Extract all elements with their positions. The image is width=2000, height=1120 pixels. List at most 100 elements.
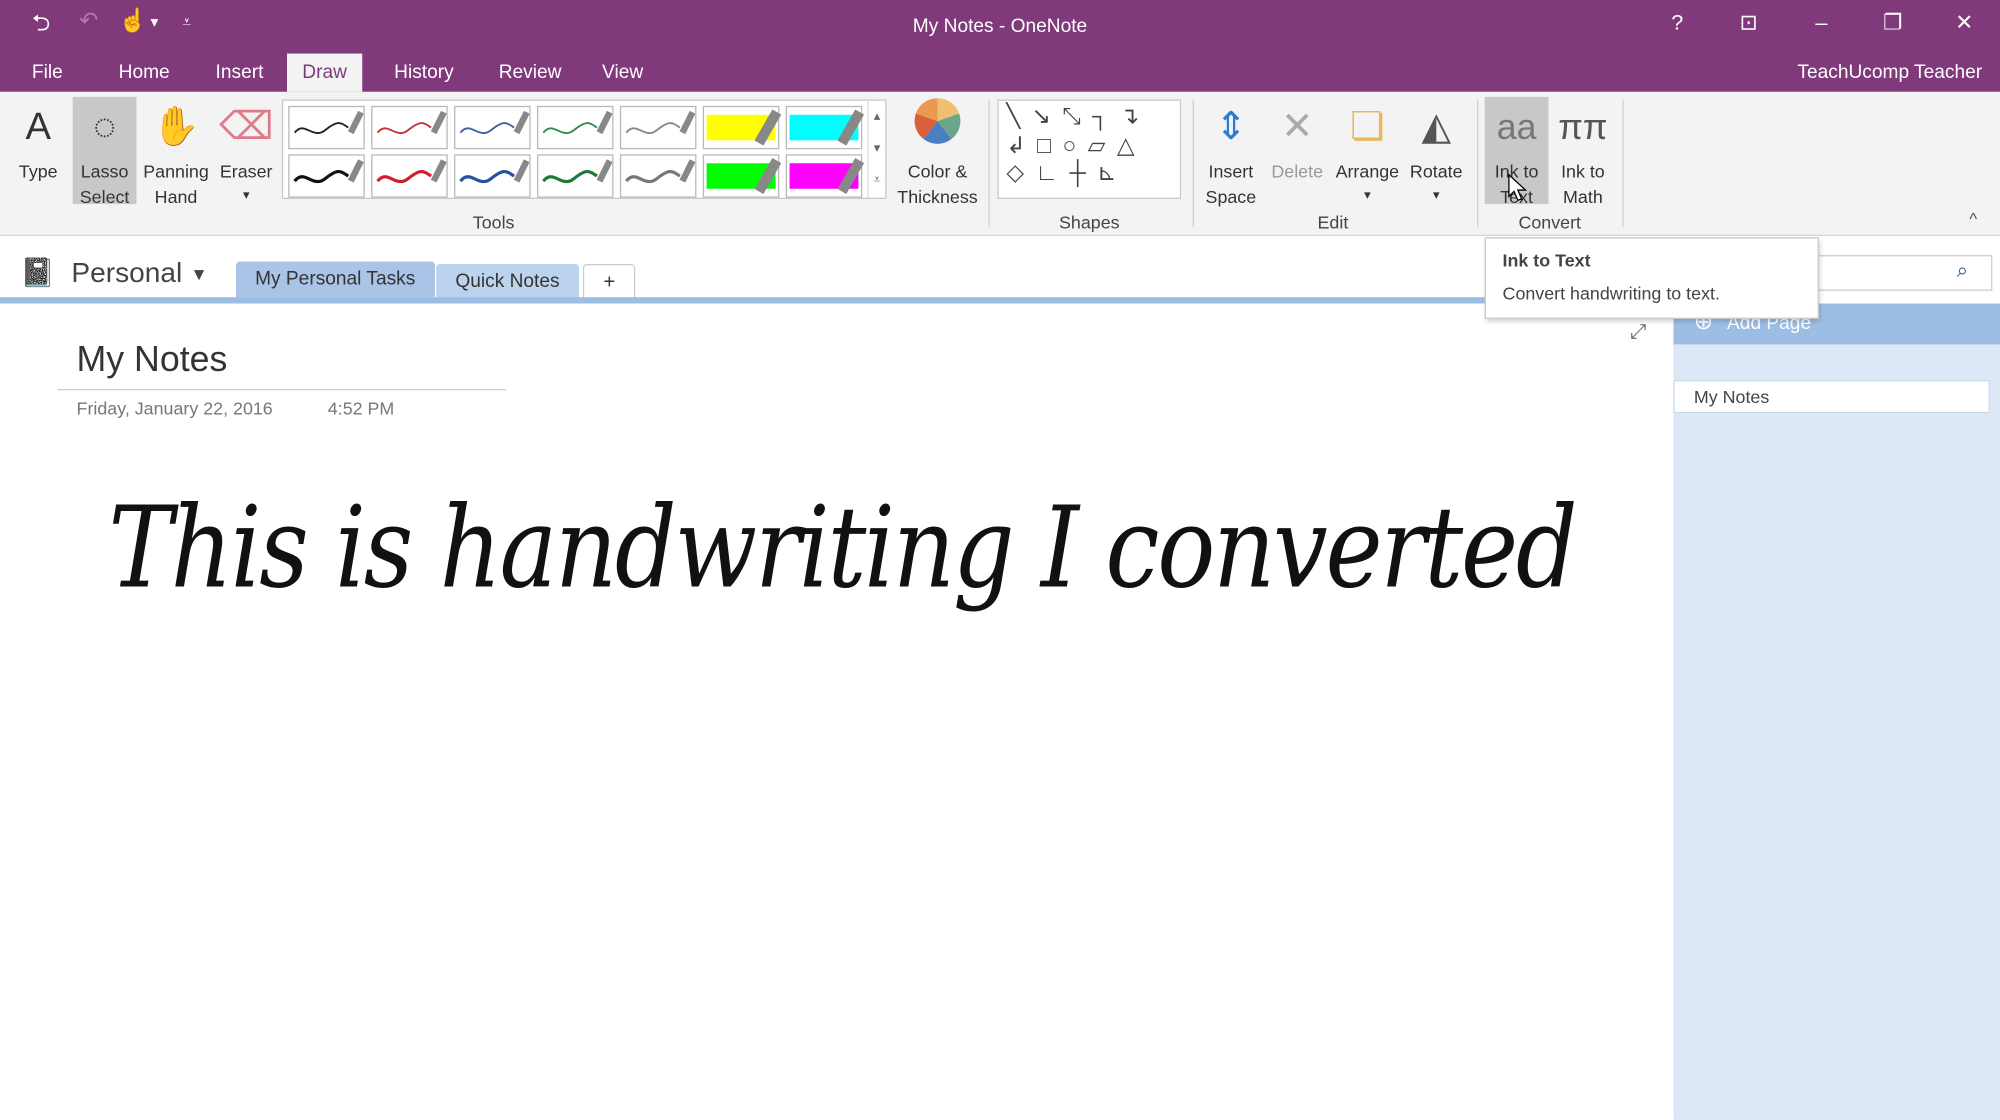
- close-button[interactable]: ✕: [1945, 10, 1983, 36]
- window-title: My Notes - OneNote: [912, 15, 1088, 37]
- page-canvas[interactable]: My Notes Friday, January 22, 2016 4:52 P…: [0, 303, 1674, 1120]
- rotate-button[interactable]: ◭ Rotate ▾: [1403, 97, 1469, 209]
- label: Select: [79, 186, 130, 207]
- divider: [1622, 99, 1624, 228]
- help-button[interactable]: ?: [1658, 10, 1696, 36]
- label: Math: [1563, 186, 1603, 207]
- tab-draw[interactable]: Draw: [286, 53, 363, 92]
- pen-swatch[interactable]: [785, 105, 865, 150]
- section-tab-quick-notes[interactable]: Quick Notes: [436, 264, 579, 300]
- tooltip: Ink to Text Convert handwriting to text.: [1484, 237, 1819, 319]
- arrange-button[interactable]: ❏ Arrange ▾: [1332, 97, 1403, 209]
- pen-swatch[interactable]: [702, 105, 782, 150]
- title-bar: ⮌ ↶ ☝ ▾ ⩡ My Notes - OneNote ? ⊡ – ❐ ✕ F…: [0, 0, 2000, 92]
- tooltip-title: Ink to Text: [1502, 249, 1591, 271]
- shapes-row[interactable]: ↲ □ ○ ▱ △: [999, 133, 1180, 160]
- pen-swatch[interactable]: [454, 154, 531, 198]
- notebook-name[interactable]: Personal: [71, 256, 182, 289]
- label: Arrange: [1335, 160, 1400, 182]
- divider: [1477, 99, 1479, 228]
- eraser-button[interactable]: ⌫ Eraser ▾: [217, 97, 276, 209]
- panning-hand-button[interactable]: ✋ Panning Hand: [139, 97, 213, 209]
- arrange-icon: ❏: [1350, 105, 1385, 148]
- label: Delete: [1271, 160, 1324, 182]
- pen-swatch[interactable]: [288, 105, 365, 150]
- convert-group-label: Convert: [1518, 211, 1582, 233]
- pen-swatch[interactable]: [536, 105, 614, 150]
- color-wheel-icon: [893, 97, 982, 158]
- pen-swatch[interactable]: [702, 154, 782, 198]
- color-thickness-button[interactable]: Color & Thickness: [893, 97, 982, 209]
- tab-insert[interactable]: Insert: [200, 59, 278, 92]
- ink-to-math-icon: ππ: [1558, 107, 1608, 147]
- ink-to-math-button[interactable]: ππ Ink to Math: [1551, 97, 1615, 209]
- label: Panning: [143, 160, 209, 182]
- page-date: Friday, January 22, 2016: [76, 397, 273, 419]
- pen-swatch[interactable]: [785, 154, 865, 198]
- ribbon-display-button[interactable]: ⊡: [1730, 10, 1768, 36]
- eraser-dropdown-icon: ▾: [242, 188, 250, 203]
- eraser-icon: ⌫: [219, 105, 274, 148]
- mouse-cursor-icon: [1508, 173, 1528, 202]
- pen-swatch[interactable]: [288, 154, 365, 198]
- page-time: 4:52 PM: [327, 397, 395, 419]
- insert-button[interactable]: ⇕ Insert Space: [1199, 97, 1263, 209]
- label: Insert: [1208, 160, 1254, 182]
- restore-button[interactable]: ❐: [1874, 10, 1912, 36]
- notebook-dropdown-icon[interactable]: ▾: [194, 261, 204, 287]
- page-list-pane: ⊕ Add Page My Notes: [1673, 303, 2000, 1120]
- label: ▾: [1364, 188, 1371, 203]
- tools-group-label: Tools: [472, 211, 515, 233]
- pen-gallery: ▴ ▾ ⩡: [281, 99, 887, 199]
- title-underline: [57, 389, 507, 391]
- minimize-button[interactable]: –: [1802, 10, 1840, 36]
- label: Ink to: [1561, 160, 1605, 182]
- lasso-select-button[interactable]: ◌ Lasso Select: [72, 96, 137, 207]
- tab-review[interactable]: Review: [483, 59, 576, 92]
- hand-icon: ✋: [152, 105, 200, 148]
- shapes-row[interactable]: ◇ ∟ ┼ ⊾: [999, 159, 1180, 186]
- shapes-row[interactable]: ╲ ↘ ⤡ ┐ ↴: [999, 101, 1180, 133]
- shapes-group-label: Shapes: [1058, 211, 1120, 233]
- type-button[interactable]: A Type: [10, 97, 66, 184]
- ink-to-text-icon: aa: [1496, 107, 1537, 147]
- add-section-button[interactable]: +: [582, 264, 636, 300]
- lasso-icon: ◌: [93, 105, 116, 148]
- expand-icon[interactable]: ⤢: [1630, 321, 1646, 344]
- gallery-scroll[interactable]: ▴ ▾ ⩡: [867, 100, 885, 198]
- tab-home[interactable]: Home: [103, 59, 185, 92]
- draw-ribbon: A Type ◌ Lasso Select ✋ Panning Hand ⌫ Eraser ▾…: [0, 91, 2000, 236]
- pen-swatch[interactable]: [619, 105, 697, 150]
- label: ▾: [1433, 188, 1440, 203]
- section-tab-my-personal-tasks[interactable]: My Personal Tasks: [235, 261, 435, 298]
- divider: [988, 99, 990, 228]
- pen-swatch[interactable]: [619, 154, 697, 198]
- page-item-my-notes[interactable]: My Notes: [1673, 380, 1990, 414]
- tab-file[interactable]: File: [17, 59, 78, 92]
- pen-swatch[interactable]: [371, 154, 448, 198]
- label: Color &: [907, 160, 968, 182]
- pen-swatch[interactable]: [454, 105, 531, 150]
- page-title[interactable]: My Notes: [77, 339, 228, 380]
- user-name[interactable]: TeachUcomp Teacher: [1797, 61, 1982, 83]
- search-icon[interactable]: ⌕: [1957, 260, 1968, 283]
- insert-icon: ⇕: [1214, 105, 1247, 148]
- label: Hand: [154, 186, 198, 207]
- pen-swatch[interactable]: [371, 105, 448, 150]
- collapse-ribbon-icon[interactable]: ^: [1969, 209, 1977, 228]
- rotate-icon: ◭: [1421, 105, 1451, 148]
- label: Thickness: [897, 186, 978, 207]
- pen-swatch[interactable]: [536, 154, 614, 198]
- tab-view[interactable]: View: [587, 59, 659, 92]
- delete-button[interactable]: ✕ Delete: [1265, 97, 1329, 184]
- label: Rotate: [1409, 160, 1463, 182]
- shapes-gallery[interactable]: ╲ ↘ ⤡ ┐ ↴ ↲ □ ○ ▱ △ ◇ ∟ ┼ ⊾: [997, 99, 1182, 199]
- type-cursor-icon: A: [25, 105, 52, 148]
- notebook-icon: 📓: [20, 256, 56, 289]
- label: Lasso: [80, 160, 129, 182]
- edit-group-label: Edit: [1317, 211, 1349, 233]
- tab-history[interactable]: History: [379, 59, 469, 92]
- delete-icon: ✕: [1281, 105, 1314, 148]
- handwriting-ink[interactable]: This is handwriting I converted: [108, 482, 1577, 613]
- label: Type: [18, 160, 58, 182]
